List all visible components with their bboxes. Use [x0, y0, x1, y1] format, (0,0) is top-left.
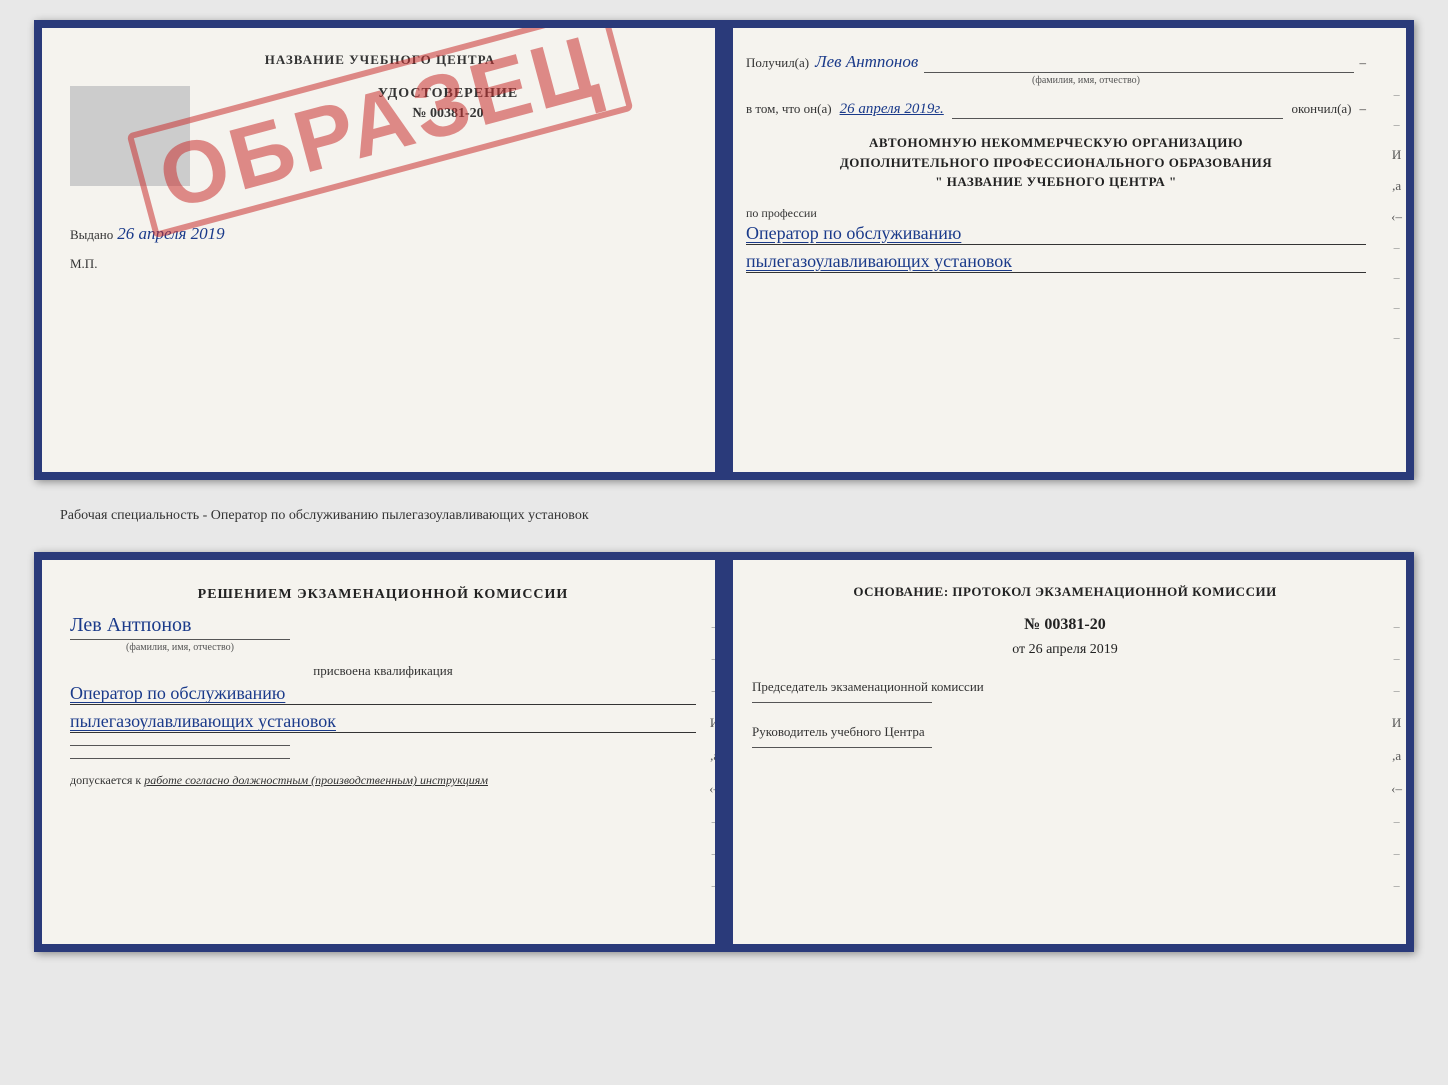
recipient-block: Получил(а) Лев Антпонов –: [746, 52, 1366, 73]
profession-label: по профессии: [746, 206, 1366, 221]
mp-label: М.П.: [70, 256, 690, 272]
dash2: –: [1360, 101, 1367, 117]
bottom-document-spread: Решением экзаменационной комиссии Лев Ан…: [34, 552, 1414, 952]
issued-label: Выдано: [70, 227, 113, 242]
bottom-left-page: Решением экзаменационной комиссии Лев Ан…: [42, 560, 724, 944]
top-left-page: НАЗВАНИЕ УЧЕБНОГО ЦЕНТРА УДОСТОВЕРЕНИЕ №…: [42, 28, 718, 472]
issued-block: Выдано 26 апреля 2019: [70, 224, 690, 244]
basis-label: Основание: протокол экзаменационной коми…: [853, 584, 1276, 599]
org-line2: ДОПОЛНИТЕЛЬНОГО ПРОФЕССИОНАЛЬНОГО ОБРАЗО…: [746, 153, 1366, 173]
protocol-date-value: 26 апреля 2019: [1029, 642, 1118, 657]
br-dash-4: –: [1394, 815, 1400, 827]
basis-title: Основание: протокол экзаменационной коми…: [752, 584, 1378, 600]
br-dash-6: –: [1394, 879, 1400, 891]
recipient-label: Получил(а): [746, 55, 809, 71]
bottom-right-decorations: – – – И ,а ‹– – – –: [1391, 620, 1402, 891]
protocol-number: № 00381-20: [752, 616, 1378, 634]
qualification-line2: пылегазоулавливающих установок: [70, 711, 696, 733]
cert-type-label: УДОСТОВЕРЕНИЕ: [206, 86, 690, 102]
profession-line2: пылегазоулавливающих установок: [746, 251, 1366, 273]
top-document-spread: НАЗВАНИЕ УЧЕБНОГО ЦЕНТРА УДОСТОВЕРЕНИЕ №…: [34, 20, 1414, 480]
side-dash-6: –: [1394, 331, 1400, 343]
protocol-date-block: от 26 апреля 2019: [752, 642, 1378, 658]
decision-fio-label: (фамилия, имя, отчество): [70, 639, 290, 653]
side-label-a: ,а: [1392, 179, 1401, 192]
br-dash-1: –: [1394, 620, 1400, 632]
qualification-line1: Оператор по обслуживанию: [70, 683, 696, 705]
chairman-block: Председатель экзаменационной комиссии: [752, 678, 1378, 703]
finished-label: окончил(а): [1291, 101, 1351, 117]
side-label-i: И: [1392, 148, 1401, 161]
blank-line-2: [70, 758, 290, 759]
director-block: Руководитель учебного Центра: [752, 723, 1378, 748]
br-label-i: И: [1392, 716, 1401, 729]
decision-name: Лев Антпонов: [70, 614, 696, 637]
cert-number: № 00381-20: [206, 106, 690, 122]
director-label: Руководитель учебного Центра: [752, 723, 1378, 741]
top-right-page: Получил(а) Лев Антпонов – (фамилия, имя,…: [718, 28, 1406, 472]
profession-line1: Оператор по обслуживанию: [746, 223, 1366, 245]
recipient-name: Лев Антпонов: [815, 52, 918, 72]
allowed-value: работе согласно должностным (производств…: [144, 773, 488, 787]
fio-sublabel-top: (фамилия, имя, отчество): [806, 75, 1366, 86]
issued-date: 26 апреля 2019: [117, 224, 224, 243]
br-dash-3: –: [1394, 684, 1400, 696]
dash1: –: [1360, 55, 1367, 71]
book-spine: [715, 28, 733, 472]
org-block: АВТОНОМНУЮ НЕКОММЕРЧЕСКУЮ ОРГАНИЗАЦИЮ ДО…: [746, 133, 1366, 192]
br-label-a: ,а: [1392, 749, 1401, 762]
date-block: в том, что он(а) 26 апреля 2019г. окончи…: [746, 100, 1366, 119]
allowed-block: допускается к работе согласно должностны…: [70, 773, 696, 788]
side-dash-1: –: [1394, 88, 1400, 100]
bottom-book-spine: [715, 560, 733, 944]
org-line1: АВТОНОМНУЮ НЕКОММЕРЧЕСКУЮ ОРГАНИЗАЦИЮ: [746, 133, 1366, 153]
date-underline: [952, 100, 1284, 119]
side-dash-2: –: [1394, 118, 1400, 130]
chairman-signature-line: [752, 702, 932, 703]
chairman-label: Председатель экзаменационной комиссии: [752, 678, 1378, 696]
profession-block: по профессии Оператор по обслуживанию пы…: [746, 206, 1366, 273]
photo-placeholder: [70, 86, 190, 186]
decision-title: Решением экзаменационной комиссии: [70, 584, 696, 606]
br-dash-2: –: [1394, 652, 1400, 664]
org-line3: " НАЗВАНИЕ УЧЕБНОГО ЦЕНТРА ": [746, 172, 1366, 192]
blank-line-1: [70, 745, 290, 746]
br-label-l: ‹–: [1391, 782, 1402, 795]
middle-text: Рабочая специальность - Оператор по обсл…: [20, 498, 1428, 534]
recipient-underline: [924, 54, 1353, 73]
side-label-l: ‹–: [1391, 210, 1402, 223]
director-signature-line: [752, 747, 932, 748]
school-name-top: НАЗВАНИЕ УЧЕБНОГО ЦЕНТРА: [70, 52, 690, 68]
side-dash-3: –: [1394, 241, 1400, 253]
completion-date: 26 апреля 2019г.: [840, 101, 944, 118]
right-decorations: – – И ,а ‹– – – – –: [1391, 88, 1402, 343]
side-dash-4: –: [1394, 271, 1400, 283]
in-that-label: в том, что он(а): [746, 101, 832, 117]
side-dash-5: –: [1394, 301, 1400, 313]
bottom-right-page: Основание: протокол экзаменационной коми…: [724, 560, 1406, 944]
allowed-label: допускается к: [70, 773, 141, 787]
assigned-label: присвоена квалификация: [70, 663, 696, 679]
br-dash-5: –: [1394, 847, 1400, 859]
date-prefix: от: [1012, 642, 1025, 657]
